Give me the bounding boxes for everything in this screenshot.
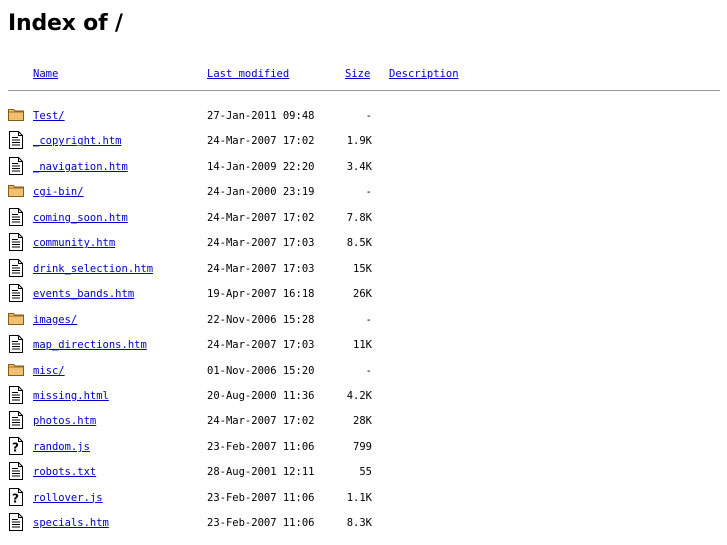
file-row: community.htm 24-Mar-2007 17:03 8.5K [0, 231, 727, 253]
last-modified-value: 01-Nov-2006 15:20 [207, 364, 315, 377]
file-row: missing.html 20-Aug-2000 11:36 4.2K [0, 384, 727, 406]
page-title: Index of / [8, 11, 123, 36]
file-row: Test/27-Jan-2011 09:48 - [0, 104, 727, 126]
file-link[interactable]: _navigation.htm [33, 160, 128, 174]
last-modified-value: 24-Mar-2007 17:03 [207, 339, 315, 352]
sort-by-description-link[interactable]: Description [389, 67, 459, 81]
last-modified-value: 23-Feb-2007 11:06 [207, 517, 315, 530]
size-value: 11K [353, 339, 372, 352]
size-value: - [365, 110, 372, 122]
file-row: ? random.js 23-Feb-2007 11:06 799 [0, 435, 727, 457]
document-icon [7, 232, 25, 252]
last-modified-value: 24-Mar-2007 17:02 [207, 135, 315, 148]
file-row: ? rollover.js 23-Feb-2007 11:06 1.1K [0, 486, 727, 508]
last-modified-value: 27-Jan-2011 09:48 [207, 110, 315, 122]
file-link[interactable]: cgi-bin/ [33, 185, 84, 199]
document-icon [7, 207, 25, 227]
header-divider [8, 90, 720, 91]
sort-by-size-link[interactable]: Size [345, 67, 370, 81]
unknown-file-icon: ? [7, 436, 25, 456]
document-icon [7, 334, 25, 354]
last-modified-value: 24-Jan-2000 23:19 [207, 186, 315, 199]
size-value: 799 [353, 440, 372, 453]
file-link[interactable]: drink_selection.htm [33, 262, 153, 276]
file-row: drink_selection.htm 24-Mar-2007 17:03 15K [0, 257, 727, 279]
size-value: 8.5K [346, 237, 372, 250]
size-value: 8.3K [346, 517, 372, 530]
file-row: _copyright.htm 24-Mar-2007 17:02 1.9K [0, 129, 727, 151]
size-value: 15K [353, 262, 372, 275]
file-row: events_bands.htm 19-Apr-2007 16:18 26K [0, 282, 727, 304]
file-link[interactable]: community.htm [33, 236, 115, 250]
last-modified-value: 24-Mar-2007 17:03 [207, 262, 315, 275]
size-value: 3.4K [346, 160, 372, 173]
last-modified-value: 19-Apr-2007 16:18 [207, 288, 315, 301]
folder-icon [7, 181, 25, 201]
size-value: 55 [359, 466, 372, 479]
file-link[interactable]: photos.htm [33, 414, 96, 428]
last-modified-value: 20-Aug-2000 11:36 [207, 389, 315, 402]
file-link[interactable]: events_bands.htm [33, 287, 134, 301]
size-value: - [365, 186, 372, 199]
last-modified-value: 24-Mar-2007 17:02 [207, 415, 315, 428]
file-link[interactable]: map_directions.htm [33, 338, 147, 352]
folder-icon [7, 105, 25, 125]
file-link[interactable]: rollover.js [33, 491, 103, 505]
size-value: - [365, 364, 372, 377]
last-modified-value: 14-Jan-2009 22:20 [207, 160, 315, 173]
file-row: cgi-bin/24-Jan-2000 23:19 - [0, 180, 727, 202]
svg-text:?: ? [12, 491, 19, 505]
file-row: images/22-Nov-2006 15:28 - [0, 308, 727, 330]
file-row: photos.htm 24-Mar-2007 17:02 28K [0, 409, 727, 431]
file-row: _navigation.htm 14-Jan-2009 22:20 3.4K [0, 155, 727, 177]
document-icon [7, 512, 25, 532]
folder-icon [7, 360, 25, 380]
last-modified-value: 28-Aug-2001 12:11 [207, 466, 315, 479]
file-link[interactable]: robots.txt [33, 465, 96, 479]
unknown-file-icon: ? [7, 487, 25, 507]
last-modified-value: 23-Feb-2007 11:06 [207, 440, 315, 453]
folder-icon [7, 309, 25, 329]
file-link[interactable]: misc/ [33, 364, 65, 378]
file-row: robots.txt 28-Aug-2001 12:11 55 [0, 460, 727, 482]
size-value: 1.1K [346, 491, 372, 504]
document-icon [7, 283, 25, 303]
file-row: coming_soon.htm 24-Mar-2007 17:02 7.8K [0, 206, 727, 228]
file-link[interactable]: _copyright.htm [33, 134, 122, 148]
document-icon [7, 258, 25, 278]
document-icon [7, 156, 25, 176]
file-row: map_directions.htm 24-Mar-2007 17:03 11K [0, 333, 727, 355]
size-value: 1.9K [346, 135, 372, 148]
file-link[interactable]: images/ [33, 313, 77, 327]
column-header-row: Name Last modified Size Description [0, 62, 727, 84]
file-link[interactable]: Test/ [33, 109, 65, 123]
last-modified-value: 24-Mar-2007 17:03 [207, 237, 315, 250]
last-modified-value: 22-Nov-2006 15:28 [207, 313, 315, 326]
document-icon [7, 410, 25, 430]
file-row: specials.htm 23-Feb-2007 11:06 8.3K [0, 511, 727, 533]
sort-by-name-link[interactable]: Name [33, 67, 58, 81]
file-link[interactable]: coming_soon.htm [33, 211, 128, 225]
sort-by-last-modified-link[interactable]: Last modified [207, 67, 289, 81]
svg-text:?: ? [12, 440, 19, 454]
size-value: - [365, 313, 372, 326]
file-link[interactable]: specials.htm [33, 516, 109, 530]
size-value: 26K [353, 288, 372, 301]
document-icon [7, 385, 25, 405]
file-link[interactable]: missing.html [33, 389, 109, 403]
last-modified-value: 24-Mar-2007 17:02 [207, 211, 315, 224]
size-value: 28K [353, 415, 372, 428]
size-value: 4.2K [346, 389, 372, 402]
size-value: 7.8K [346, 211, 372, 224]
file-link[interactable]: random.js [33, 440, 90, 454]
document-icon [7, 130, 25, 150]
last-modified-value: 23-Feb-2007 11:06 [207, 491, 315, 504]
document-icon [7, 461, 25, 481]
file-row: misc/01-Nov-2006 15:20 - [0, 359, 727, 381]
